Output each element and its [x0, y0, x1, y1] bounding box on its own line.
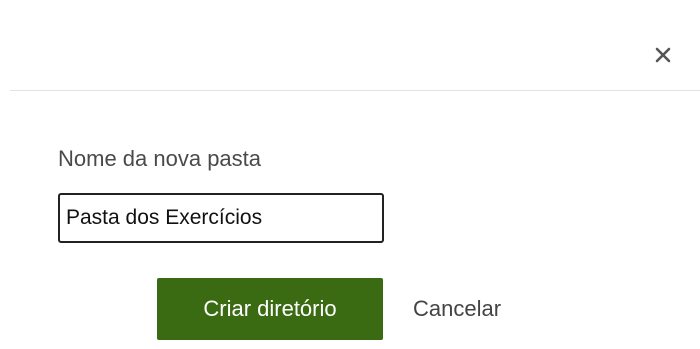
- folder-name-input[interactable]: [58, 193, 384, 243]
- new-folder-dialog: Nome da nova pasta Criar diretório Cance…: [0, 0, 700, 349]
- close-button[interactable]: [648, 40, 678, 70]
- close-icon: [655, 47, 671, 63]
- cancel-button[interactable]: Cancelar: [405, 278, 509, 340]
- folder-name-label: Nome da nova pasta: [58, 146, 262, 171]
- create-folder-button[interactable]: Criar diretório: [157, 278, 383, 340]
- header-divider: [10, 90, 700, 91]
